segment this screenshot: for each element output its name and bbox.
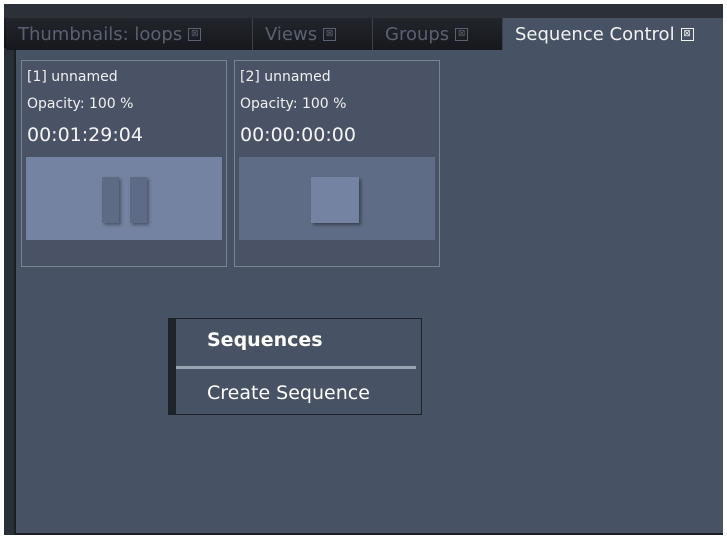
menu-header: Sequences (207, 329, 323, 351)
sequence-preview[interactable] (239, 157, 435, 240)
tab-views[interactable]: Views ⊠ (253, 18, 373, 50)
tab-sequence-control[interactable]: Sequence Control ⊠ (503, 18, 723, 50)
close-icon[interactable]: ⊠ (680, 27, 694, 41)
sequence-card-2[interactable]: [2] unnamed Opacity: 100 % 00:00:00:00 (234, 60, 440, 267)
tab-label: Thumbnails: loops (18, 23, 183, 45)
sequence-name: [2] unnamed (240, 69, 331, 85)
menu-side-stripe (169, 319, 176, 414)
sequence-timecode: 00:00:00:00 (240, 124, 356, 146)
pause-bar-right (130, 177, 147, 223)
tab-bar: Thumbnails: loops ⊠ Views ⊠ Groups ⊠ Seq… (4, 4, 723, 50)
close-icon[interactable]: ⊠ (323, 27, 337, 41)
sequence-card-1[interactable]: [1] unnamed Opacity: 100 % 00:01:29:04 (21, 60, 227, 267)
stop-icon[interactable] (311, 177, 359, 223)
tab-thumbnails-loops[interactable]: Thumbnails: loops ⊠ (6, 18, 253, 50)
sequence-opacity: Opacity: 100 % (240, 96, 347, 112)
menu-separator (176, 366, 416, 369)
sequence-preview[interactable] (26, 157, 222, 240)
close-icon[interactable]: ⊠ (188, 27, 202, 41)
sequence-opacity: Opacity: 100 % (27, 96, 134, 112)
sequences-context-menu: Sequences Create Sequence (168, 318, 422, 415)
menu-item-create-sequence[interactable]: Create Sequence (207, 382, 370, 404)
tab-groups[interactable]: Groups ⊠ (373, 18, 503, 50)
tab-label: Groups (385, 23, 450, 45)
sequence-name: [1] unnamed (27, 69, 118, 85)
close-icon[interactable]: ⊠ (455, 27, 469, 41)
tab-label: Sequence Control (515, 23, 675, 45)
sequence-timecode: 00:01:29:04 (27, 124, 143, 146)
pause-bar-left (102, 177, 119, 223)
tab-label: Views (265, 23, 318, 45)
